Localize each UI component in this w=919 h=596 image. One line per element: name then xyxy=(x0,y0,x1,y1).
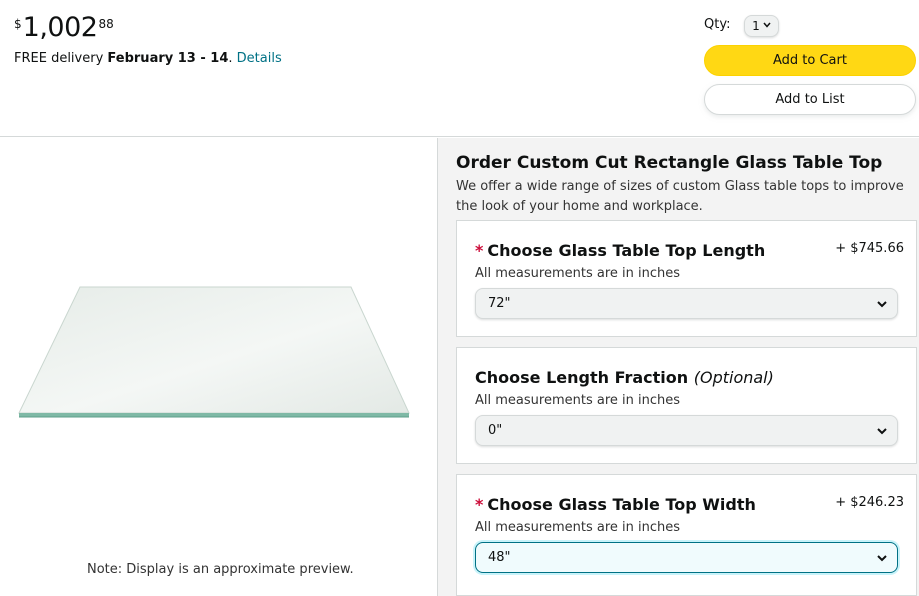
option-heading: * Choose Glass Table Top Length xyxy=(475,241,765,260)
option-heading: Choose Length Fraction (Optional) xyxy=(475,368,774,387)
option-label: Choose Length Fraction xyxy=(475,368,689,387)
option-hint: All measurements are in inches xyxy=(475,266,680,281)
delivery-date: February 13 - 14 xyxy=(107,51,229,66)
required-marker: * xyxy=(475,241,484,260)
add-to-cart-button[interactable]: Add to Cart xyxy=(704,45,916,76)
add-to-list-button[interactable]: Add to List xyxy=(704,84,916,115)
panel-description: We offer a wide range of sizes of custom… xyxy=(456,179,904,214)
custom-options-panel: Order Custom Cut Rectangle Glass Table T… xyxy=(437,138,919,596)
width-option-card: * Choose Glass Table Top Width + $246.23 … xyxy=(456,474,917,596)
panel-title: Order Custom Cut Rectangle Glass Table T… xyxy=(456,153,883,173)
length-option-card: * Choose Glass Table Top Length + $745.66… xyxy=(456,220,917,337)
option-heading: * Choose Glass Table Top Width xyxy=(475,495,756,514)
qty-value: 1 xyxy=(752,19,760,33)
qty-label: Qty: xyxy=(704,17,731,32)
glass-table-top-image xyxy=(18,286,410,418)
chevron-down-icon xyxy=(877,301,887,308)
length-select[interactable]: 72" xyxy=(475,288,898,319)
length-fraction-select[interactable]: 0" xyxy=(475,415,898,446)
select-value: 0" xyxy=(488,423,503,438)
option-price: + $246.23 xyxy=(835,495,904,510)
price-fraction: 88 xyxy=(98,17,114,31)
product-preview: Note: Display is an approximate preview. xyxy=(0,138,437,596)
qty-select[interactable]: 1 xyxy=(744,15,779,37)
select-value: 48" xyxy=(488,550,511,565)
delivery-prefix: FREE delivery xyxy=(14,51,104,66)
width-select[interactable]: 48" xyxy=(475,542,898,573)
select-value: 72" xyxy=(488,296,511,311)
option-hint: All measurements are in inches xyxy=(475,393,680,408)
buy-box: $ 1,002 88 FREE delivery February 13 - 1… xyxy=(0,0,919,137)
option-price: + $745.66 xyxy=(835,241,904,256)
option-label: Choose Glass Table Top Width xyxy=(487,495,756,514)
option-hint: All measurements are in inches xyxy=(475,520,680,535)
required-marker: * xyxy=(475,495,484,514)
price-symbol: $ xyxy=(14,17,22,31)
preview-note: Note: Display is an approximate preview. xyxy=(87,562,354,577)
delivery-info: FREE delivery February 13 - 14. Details xyxy=(14,51,282,66)
chevron-down-icon xyxy=(877,555,887,562)
details-link[interactable]: Details xyxy=(237,51,282,66)
optional-marker: (Optional) xyxy=(693,368,774,387)
price-whole: 1,002 xyxy=(22,12,98,43)
chevron-down-icon xyxy=(877,428,887,435)
delivery-period: . xyxy=(228,51,233,66)
length-fraction-card: Choose Length Fraction (Optional) All me… xyxy=(456,347,917,464)
option-label: Choose Glass Table Top Length xyxy=(487,241,766,260)
price: $ 1,002 88 xyxy=(14,14,114,41)
chevron-down-icon xyxy=(763,21,771,31)
